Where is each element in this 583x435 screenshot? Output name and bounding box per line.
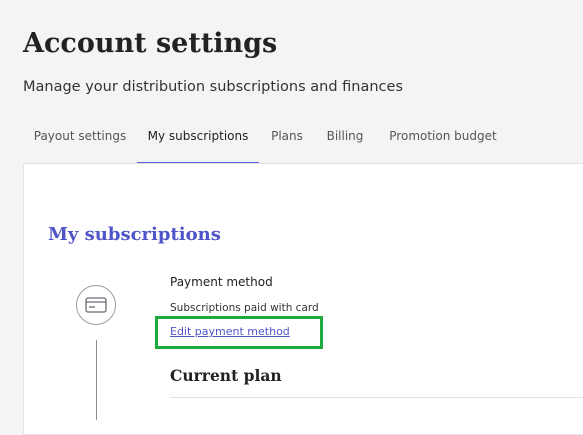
- tab-promotion-budget[interactable]: Promotion budget: [375, 120, 511, 163]
- tab-label: Plans: [271, 129, 303, 143]
- credit-card-icon: [85, 297, 107, 313]
- edit-payment-method-link[interactable]: Edit payment method: [170, 325, 290, 338]
- tab-label: Promotion budget: [389, 129, 497, 143]
- page-subtitle: Manage your distribution subscriptions a…: [23, 79, 404, 95]
- tab-my-subscriptions[interactable]: My subscriptions: [137, 120, 259, 163]
- tab-label: My subscriptions: [147, 129, 249, 143]
- payment-method-step-marker: [76, 285, 116, 325]
- payment-method-label: Payment method: [170, 275, 273, 289]
- divider: [170, 397, 583, 398]
- payment-method-detail: Subscriptions paid with card: [170, 302, 319, 314]
- tab-label: Billing: [326, 129, 364, 143]
- timeline-line: [96, 340, 97, 420]
- current-plan-title: Current plan: [170, 366, 282, 385]
- tab-label: Payout settings: [33, 129, 127, 143]
- tab-payout-settings[interactable]: Payout settings: [23, 120, 137, 163]
- section-title: My subscriptions: [48, 224, 221, 245]
- page-title: Account settings: [23, 28, 278, 59]
- settings-tabs: Payout settings My subscriptions Plans B…: [23, 120, 583, 164]
- tab-billing[interactable]: Billing: [315, 120, 375, 163]
- tab-plans[interactable]: Plans: [259, 120, 315, 163]
